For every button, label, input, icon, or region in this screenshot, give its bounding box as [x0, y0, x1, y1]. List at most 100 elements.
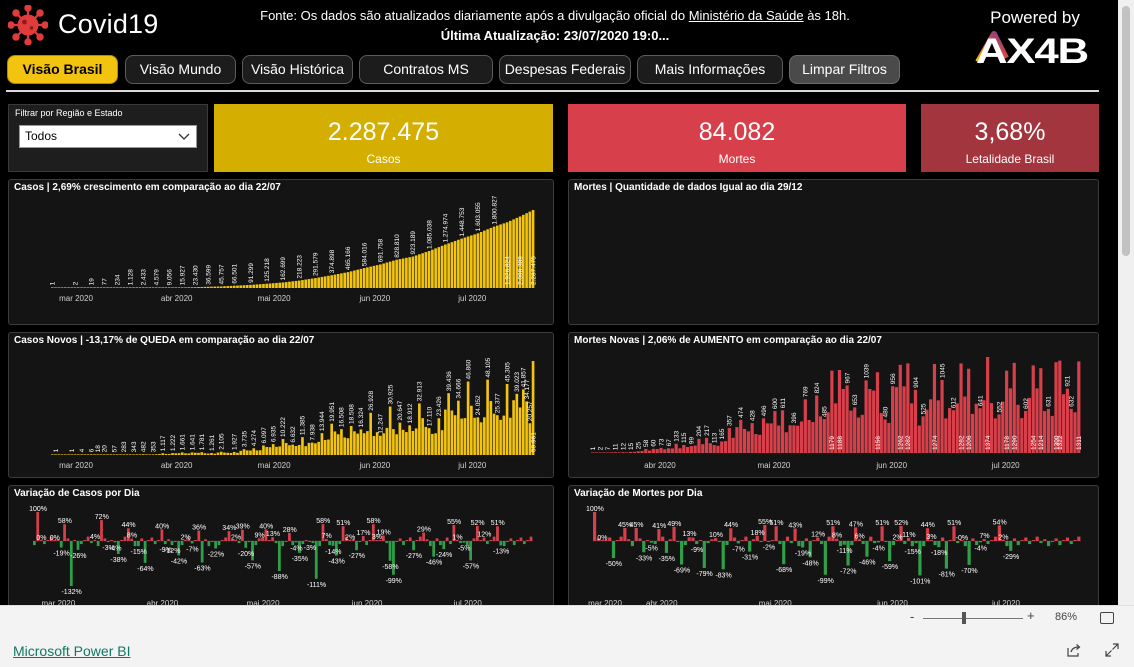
- nav-visao-mundo-button[interactable]: Visão Mundo: [125, 55, 236, 84]
- chart-bar: [57, 454, 61, 455]
- variation-bar: [1009, 541, 1013, 551]
- data-label: 115: [681, 432, 688, 443]
- source-line: Fonte: Os dados são atualizados diariame…: [255, 6, 855, 26]
- clear-filters-button[interactable]: Limpar Filtros: [789, 55, 900, 84]
- variation-bar: [880, 526, 884, 541]
- scrollbar-thumb[interactable]: [1122, 6, 1130, 256]
- chart-bar: [473, 417, 476, 455]
- chart-bar: [444, 409, 447, 455]
- data-label: 58%: [316, 518, 330, 525]
- chart-bar: [385, 427, 389, 455]
- region-select[interactable]: Todos: [19, 125, 197, 148]
- chart-bar: [807, 419, 811, 453]
- data-label: 1254: [1031, 435, 1038, 450]
- share-icon[interactable]: [1066, 642, 1082, 658]
- chart-bar: [301, 280, 304, 288]
- variation-bar: [888, 541, 892, 562]
- variation-bar: [869, 536, 873, 541]
- data-label: 26.928: [368, 391, 375, 411]
- variation-bar: [630, 541, 635, 547]
- chart-bar: [83, 287, 87, 288]
- data-label: 291.579: [313, 252, 320, 276]
- variation-bar: [729, 528, 733, 541]
- data-label: 480: [882, 406, 889, 417]
- chart-bar: [1069, 408, 1073, 453]
- chart-bar: [697, 438, 701, 453]
- power-bi-link[interactable]: Microsoft Power BI: [13, 643, 130, 659]
- data-label: 967: [844, 372, 851, 383]
- expand-icon[interactable]: [1104, 642, 1120, 658]
- chart-bar: [401, 258, 405, 288]
- chart-bar: [171, 287, 174, 288]
- chart-bar: [340, 429, 343, 455]
- chart-bar: [249, 284, 252, 288]
- zoom-slider[interactable]: [923, 618, 1023, 619]
- data-label: 8%: [127, 533, 137, 540]
- data-label: 1206: [966, 435, 973, 450]
- variation-bar: [1050, 541, 1054, 543]
- nav-visao-brasil-button[interactable]: Visão Brasil: [7, 55, 118, 84]
- chart-bar: [398, 259, 402, 288]
- chart-bar: [796, 425, 800, 453]
- chart-bar: [723, 441, 728, 453]
- data-label: 7%: [322, 533, 332, 540]
- fit-to-page-icon[interactable]: [1100, 612, 1114, 624]
- data-label: 1178: [1004, 436, 1011, 450]
- chart-bar: [463, 237, 467, 288]
- nav-contratos-ms-button[interactable]: Contratos MS: [359, 55, 493, 84]
- data-label: -132%: [61, 589, 81, 596]
- x-tick-label: mai 2020: [258, 461, 291, 470]
- chart-bar: [670, 448, 674, 453]
- chart-bar: [297, 445, 301, 455]
- chart-bar: [57, 287, 61, 288]
- chart-bar: [644, 448, 648, 453]
- data-label: -2%: [763, 545, 775, 552]
- chart-bar: [60, 454, 64, 455]
- zoom-slider-thumb[interactable]: [962, 612, 966, 624]
- variation-bar: [649, 541, 653, 543]
- data-label: -27%: [349, 553, 365, 560]
- chart-bar: [252, 448, 256, 455]
- deaths-variation-chart: mar 2020 abr 2020 mai 2020 jun 2020 jul 2020…: [586, 506, 1081, 605]
- variation-bar: [405, 540, 409, 541]
- data-label: 1: [590, 446, 597, 450]
- data-label: -4%: [290, 545, 302, 552]
- data-label: 428: [749, 410, 756, 421]
- zoom-out-button[interactable]: -: [910, 609, 914, 624]
- chart-bar: [411, 430, 415, 455]
- nav-despesas-federais-button[interactable]: Despesas Federais: [499, 55, 631, 84]
- variation-bar: [190, 541, 194, 544]
- chart-bar: [401, 429, 405, 455]
- powered-by: Powered by: [990, 8, 1080, 27]
- variation-bar: [217, 541, 221, 546]
- source-link[interactable]: Ministério da Saúde: [689, 8, 804, 23]
- data-label: 44%: [122, 522, 136, 529]
- chart-bar: [382, 433, 385, 455]
- chart-bar: [704, 437, 709, 453]
- data-label: 1274: [932, 435, 939, 450]
- variation-bar: [1062, 540, 1066, 541]
- deaths-chart-panel: Mortes | Quantidade de dados Igual ao di…: [568, 179, 1099, 325]
- data-label: 52%: [894, 520, 908, 527]
- nav-visao-historica-button[interactable]: Visão Histórica: [242, 55, 353, 84]
- data-label: -35%: [659, 556, 675, 563]
- chart-bar: [739, 419, 743, 453]
- chart-bar: [674, 443, 678, 453]
- chart-bar: [83, 454, 87, 455]
- variation-bar: [986, 541, 990, 545]
- chart-bar: [868, 388, 872, 453]
- vertical-scrollbar[interactable]: [1118, 0, 1134, 605]
- chart-bar: [356, 269, 359, 288]
- data-label: 36.599: [206, 264, 213, 284]
- zoom-in-button[interactable]: +: [1027, 608, 1035, 623]
- data-label: 6%: [855, 533, 865, 540]
- variation-bar: [891, 541, 896, 546]
- chart-bar: [307, 442, 311, 455]
- variation-bar: [244, 541, 248, 548]
- variation-bar: [918, 541, 922, 576]
- cases-label: Casos: [366, 152, 401, 166]
- nav-mais-informacoes-button[interactable]: Mais Informações: [637, 55, 783, 84]
- variation-bar: [914, 541, 918, 544]
- variation-bar: [150, 537, 154, 541]
- chart-bar: [450, 242, 454, 288]
